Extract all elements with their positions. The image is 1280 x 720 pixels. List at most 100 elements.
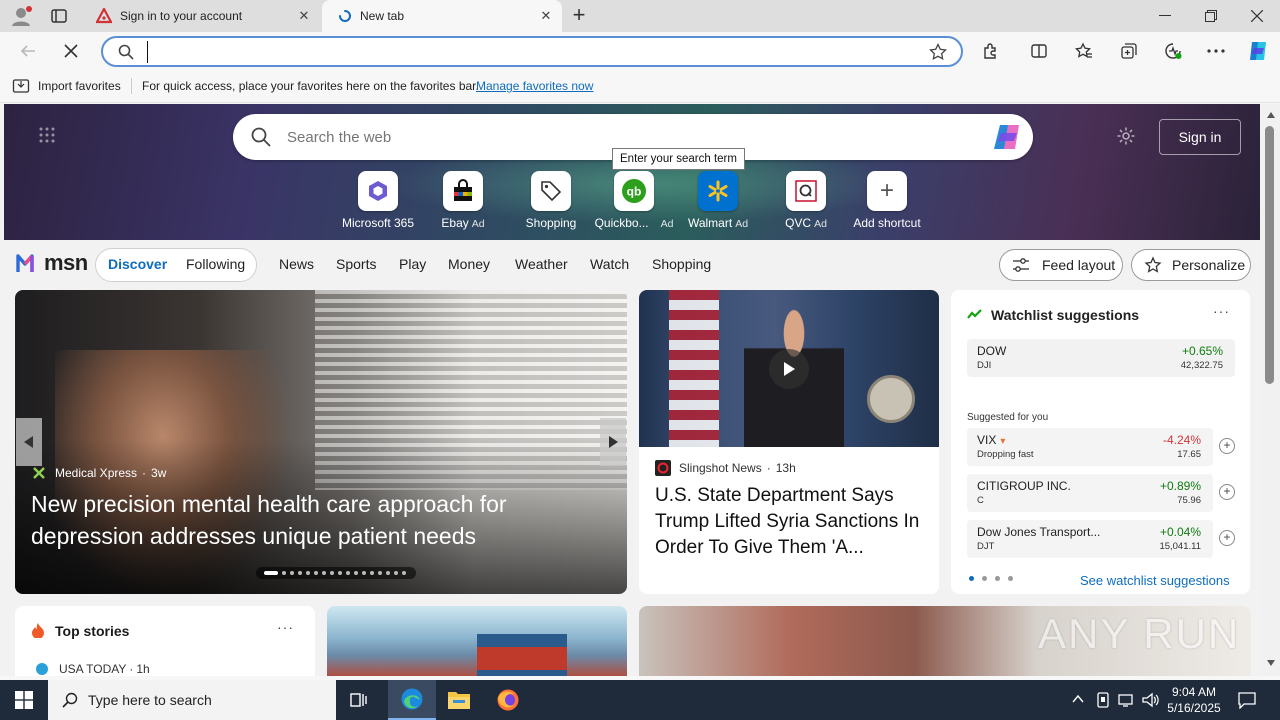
taskbar-search-box[interactable]: Type here to search (48, 680, 336, 720)
add-to-watchlist-icon[interactable]: + (1219, 530, 1235, 546)
great-wall-story-card[interactable] (327, 606, 627, 676)
show-hidden-icons[interactable] (1072, 694, 1084, 704)
carousel-dot[interactable] (306, 571, 310, 575)
main-story-card[interactable]: Medical Xpress · 3w New precision mental… (15, 290, 627, 594)
page-scrollbar[interactable] (1262, 104, 1280, 676)
tab-discover[interactable]: Discover (108, 256, 167, 272)
tab-following[interactable]: Following (186, 256, 245, 272)
add-shortcut-button[interactable]: + Add shortcut (842, 171, 932, 230)
copilot-icon[interactable] (1246, 39, 1270, 63)
sign-in-button[interactable]: Sign in (1159, 119, 1241, 155)
quick-link-shopping[interactable]: Shopping (506, 171, 596, 230)
edge-taskbar-icon[interactable] (388, 680, 436, 720)
tab-actions-icon[interactable] (50, 7, 68, 25)
nav-weather[interactable]: Weather (515, 256, 568, 272)
quick-link-qvc[interactable]: QVC Ad (761, 171, 851, 230)
stock-row-citigroup[interactable]: CITIGROUP INC. C +0.89% 75.96 + (967, 474, 1235, 512)
scrollbar-thumb[interactable] (1265, 126, 1274, 384)
address-input[interactable] (147, 41, 907, 63)
minimize-icon[interactable] (1142, 0, 1188, 32)
scroll-up-icon[interactable] (1267, 112, 1275, 118)
close-window-icon[interactable] (1234, 0, 1280, 32)
import-favorites-button[interactable]: Import favorites (12, 77, 121, 95)
nav-shopping[interactable]: Shopping (652, 256, 711, 272)
profile-icon[interactable] (10, 5, 32, 27)
nav-sports[interactable]: Sports (336, 256, 376, 272)
nav-money[interactable]: Money (448, 256, 490, 272)
carousel-dot[interactable] (362, 571, 366, 575)
tab-new-tab[interactable]: New tab ✕ (322, 0, 562, 32)
stock-row-vix[interactable]: VIX ▾ Dropping fast -4.24% 17.65 + (967, 428, 1235, 466)
nav-news[interactable]: News (279, 256, 314, 272)
carousel-dot[interactable] (264, 571, 278, 575)
system-clock[interactable]: 9:04 AM 5/16/2025 (1166, 684, 1222, 716)
carousel-dot[interactable] (322, 571, 326, 575)
quick-link-quickbooks[interactable]: qb Quickbo... Ad (589, 171, 679, 230)
carousel-dot[interactable] (354, 571, 358, 575)
page-dot[interactable] (982, 576, 987, 581)
carousel-dot[interactable] (298, 571, 302, 575)
file-explorer-icon[interactable] (447, 689, 471, 711)
carousel-dot[interactable] (386, 571, 390, 575)
carousel-dot[interactable] (346, 571, 350, 575)
more-options-icon[interactable]: ··· (277, 619, 294, 635)
web-search-input[interactable] (287, 125, 927, 149)
video-story-card[interactable]: Slingshot News · 13h U.S. State Departme… (639, 290, 939, 594)
volume-icon[interactable] (1142, 692, 1160, 708)
firefox-icon[interactable] (496, 688, 520, 712)
carousel-dot[interactable] (370, 571, 374, 575)
page-dot[interactable] (1008, 576, 1013, 581)
manage-favorites-link[interactable]: Manage favorites now (476, 79, 593, 93)
stock-row-djt[interactable]: Dow Jones Transport... DJT +0.04% 15,041… (967, 520, 1235, 558)
app-launcher-icon[interactable] (38, 126, 56, 144)
msn-logo[interactable]: msn (16, 250, 88, 276)
carousel-dot[interactable] (394, 571, 398, 575)
quick-link-ebay[interactable]: Ebay Ad (418, 171, 508, 230)
notifications-icon[interactable] (1238, 691, 1256, 709)
carousel-dot[interactable] (290, 571, 294, 575)
favorite-star-icon[interactable] (929, 43, 947, 61)
extensions-icon[interactable] (980, 40, 1002, 62)
feed-layout-button[interactable]: Feed layout (999, 249, 1123, 281)
close-tab-icon[interactable]: ✕ (296, 8, 312, 24)
carousel-dot[interactable] (402, 571, 406, 575)
nav-watch[interactable]: Watch (590, 256, 629, 272)
carousel-prev-button[interactable] (16, 418, 42, 466)
page-dot[interactable] (969, 576, 974, 581)
copilot-icon[interactable] (991, 122, 1023, 152)
story-headline[interactable]: New precision mental health care approac… (31, 488, 591, 552)
back-icon[interactable] (17, 40, 39, 62)
new-tab-icon[interactable]: + (569, 4, 589, 26)
stop-loading-icon[interactable] (60, 40, 82, 62)
network-icon[interactable] (1118, 692, 1136, 708)
carousel-next-button[interactable] (600, 418, 626, 466)
carousel-dot[interactable] (282, 571, 286, 575)
browser-essentials-icon[interactable] (1162, 40, 1184, 62)
play-button[interactable] (769, 349, 809, 389)
page-settings-icon[interactable] (1116, 126, 1136, 146)
quick-link-walmart[interactable]: Walmart Ad (673, 171, 763, 230)
page-dot[interactable] (995, 576, 1000, 581)
settings-more-icon[interactable] (1205, 40, 1227, 62)
see-watchlist-link[interactable]: See watchlist suggestions (1080, 573, 1230, 588)
nav-play[interactable]: Play (399, 256, 426, 272)
split-screen-icon[interactable] (1028, 40, 1050, 62)
close-tab-icon[interactable]: ✕ (538, 8, 554, 24)
carousel-dot[interactable] (338, 571, 342, 575)
start-button[interactable] (0, 680, 48, 720)
scroll-down-icon[interactable] (1267, 660, 1275, 666)
task-view-icon[interactable] (349, 690, 369, 710)
favorites-icon[interactable] (1073, 40, 1095, 62)
device-icon[interactable] (1096, 692, 1110, 708)
carousel-dot[interactable] (330, 571, 334, 575)
more-options-icon[interactable]: ··· (1213, 303, 1230, 319)
story-headline[interactable]: U.S. State Department Says Trump Lifted … (655, 483, 927, 561)
address-bar[interactable] (101, 36, 963, 67)
stock-row-dow[interactable]: DOW DJI +0.65% 42,322.75 (967, 339, 1235, 377)
collections-icon[interactable] (1118, 40, 1140, 62)
quick-link-microsoft-365[interactable]: Microsoft 365 (333, 171, 423, 230)
restore-icon[interactable] (1188, 0, 1234, 32)
add-to-watchlist-icon[interactable]: + (1219, 484, 1235, 500)
personalize-button[interactable]: Personalize (1131, 249, 1251, 281)
carousel-dot[interactable] (378, 571, 382, 575)
